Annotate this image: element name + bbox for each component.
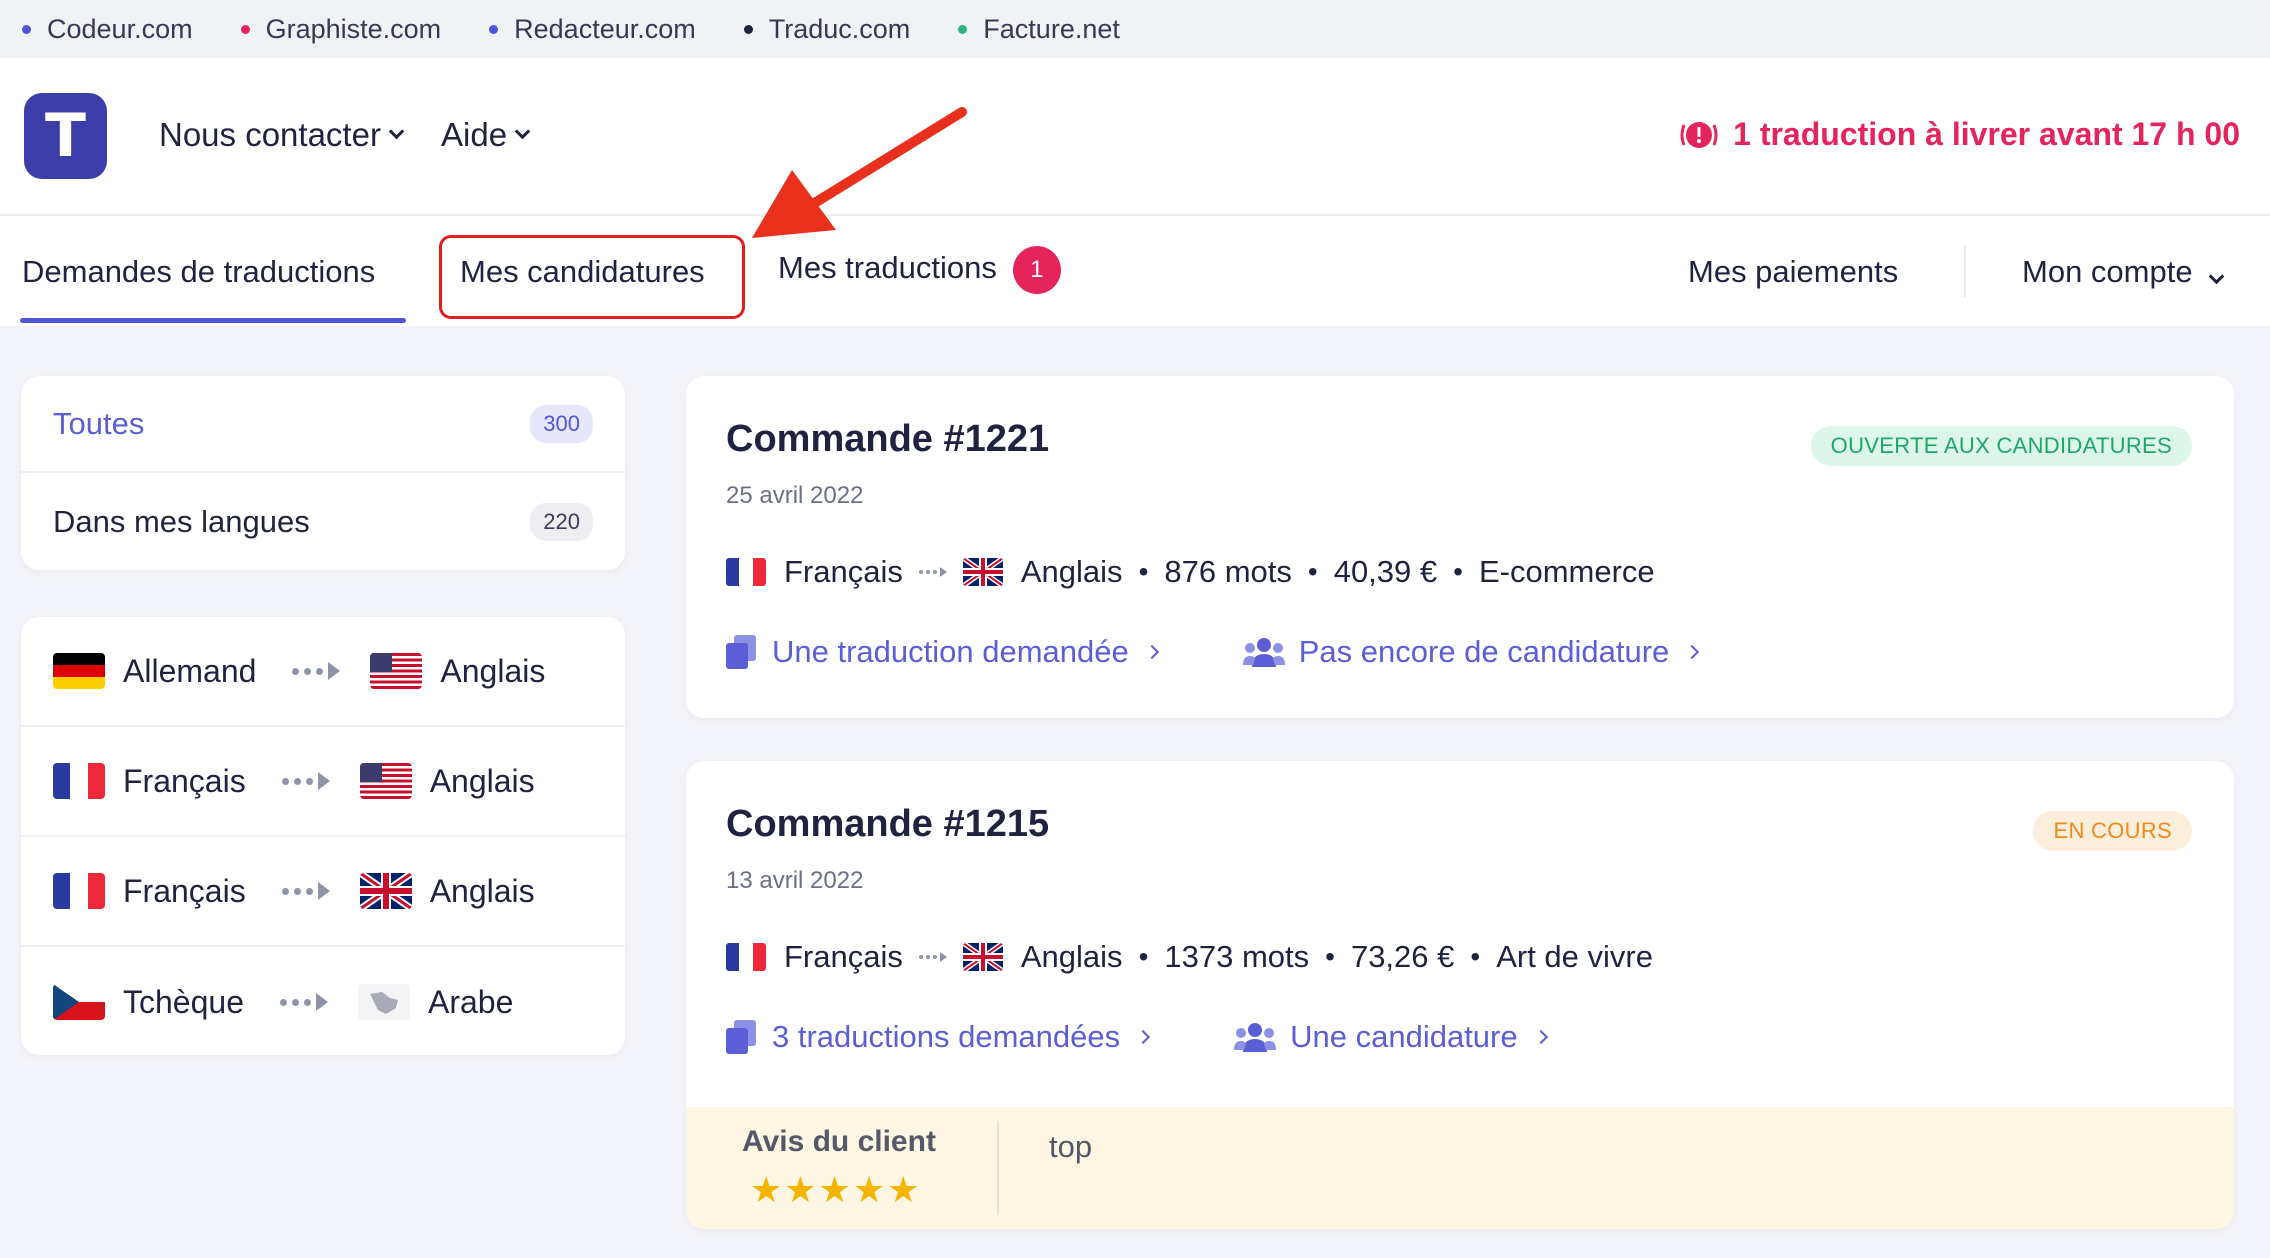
translations-count-badge: 1 [1012,246,1061,294]
filter-count-badge: 220 [530,502,593,541]
network-link-codeur[interactable]: Codeur.com [22,14,193,45]
chevron-right-icon [1685,644,1700,660]
network-link-facture[interactable]: Facture.net [958,14,1120,45]
order-date: 25 avril 2022 [726,482,864,509]
order-links: Une traduction demandée Pas encore de ca… [726,634,1700,670]
pair-fr-en-uk[interactable]: Français Anglais [21,837,625,947]
filter-card: Toutes 300 Dans mes langues 220 [21,376,625,570]
order-details: Français Anglais • 1373 mots • 73,26 € •… [726,939,1653,975]
tab-translations[interactable]: Mes traductions 1 [778,246,1061,294]
filter-count-badge: 300 [530,404,593,443]
codeur-dot-icon [22,24,31,34]
help-menu[interactable]: Aide [441,116,531,154]
review-label: Avis du client [742,1125,936,1158]
status-badge: EN COURS [2033,811,2192,851]
tab-payments[interactable]: Mes paiements [1688,254,1898,290]
order-card[interactable]: Commande #1221 25 avril 2022 OUVERTE AUX… [686,376,2234,718]
filter-my-languages[interactable]: Dans mes langues 220 [21,473,625,570]
chevron-down-icon [388,123,405,139]
contact-menu[interactable]: Nous contacter [159,116,405,154]
requested-translations-link[interactable]: Une traduction demandée [726,634,1159,670]
active-tab-indicator [20,318,406,323]
tab-requests[interactable]: Demandes de traductions [22,254,375,290]
graphiste-dot-icon [240,24,250,34]
uk-flag-icon [962,943,1003,971]
chevron-down-icon [514,123,531,139]
order-card[interactable]: Commande #1215 13 avril 2022 EN COURS Fr… [686,761,2234,1229]
fr-flag-icon [53,763,105,799]
traduc-logo[interactable]: T [24,93,107,179]
traduc-dot-icon [743,24,753,34]
fr-flag-icon [53,873,105,909]
language-pairs-card: Allemand Anglais Français Anglais França… [21,617,625,1055]
rating-stars-icon: ★★★★★ [750,1169,922,1210]
network-link-graphiste[interactable]: Graphiste.com [240,14,441,45]
filter-all[interactable]: Toutes 300 [21,376,625,473]
de-flag-icon [53,653,105,689]
chevron-right-icon [1144,644,1159,660]
annotation-highlight-box [439,235,745,319]
copy-document-icon [726,1020,756,1054]
tab-divider [1964,245,1966,297]
applications-link[interactable]: Pas encore de candidature [1242,634,1700,670]
deadline-alert[interactable]: 1 traduction à livrer avant 17 h 00 [1679,116,2240,153]
order-links: 3 traductions demandées Une candidature [726,1019,1548,1055]
order-title[interactable]: Commande #1215 [726,803,1049,846]
us-flag-icon [359,763,412,799]
copy-document-icon [726,635,756,669]
users-group-icon [1242,638,1285,667]
review-divider [997,1121,999,1215]
network-link-traduc[interactable]: Traduc.com [743,14,910,45]
cz-flag-icon [53,984,105,1020]
redacteur-dot-icon [489,24,499,34]
chevron-down-icon [2208,268,2224,285]
dotted-arrow-icon [279,993,328,1011]
order-details: Français Anglais • 876 mots • 40,39 € • … [726,554,1655,590]
fr-flag-icon [726,558,766,586]
status-badge: OUVERTE AUX CANDIDATURES [1810,426,2192,466]
review-text: top [1049,1129,1093,1164]
main-tabs: Demandes de traductions Mes candidatures… [0,214,2270,326]
us-flag-icon [370,653,423,689]
order-date: 13 avril 2022 [726,867,864,894]
pair-cs-ar[interactable]: Tchèque Arabe [21,947,625,1057]
uk-flag-icon [962,558,1003,586]
order-title[interactable]: Commande #1221 [726,418,1049,461]
arab-region-icon [357,984,410,1020]
dotted-arrow-icon [918,952,947,962]
pair-de-en[interactable]: Allemand Anglais [21,617,625,727]
dotted-arrow-icon [281,882,330,900]
dotted-arrow-icon [918,567,947,577]
users-group-icon [1234,1023,1277,1052]
chevron-right-icon [1533,1029,1548,1045]
uk-flag-icon [359,873,412,909]
annotation-arrow-icon [752,107,967,238]
chevron-right-icon [1136,1029,1151,1045]
dotted-arrow-icon [292,662,341,680]
fr-flag-icon [726,943,766,971]
header: T Nous contacter Aide 1 traduction à liv… [0,58,2270,214]
requested-translations-link[interactable]: 3 traductions demandées [726,1019,1151,1055]
network-bar: Codeur.com Graphiste.com Redacteur.com T… [0,0,2270,58]
facture-dot-icon [958,24,968,34]
client-review: Avis du client ★★★★★ top [686,1107,2234,1229]
applications-link[interactable]: Une candidature [1234,1019,1548,1055]
dotted-arrow-icon [281,772,330,790]
account-menu[interactable]: Mon compte [2022,254,2224,290]
pair-fr-en-us[interactable]: Français Anglais [21,727,625,837]
alert-icon [1680,121,1718,148]
network-link-redacteur[interactable]: Redacteur.com [489,14,696,45]
